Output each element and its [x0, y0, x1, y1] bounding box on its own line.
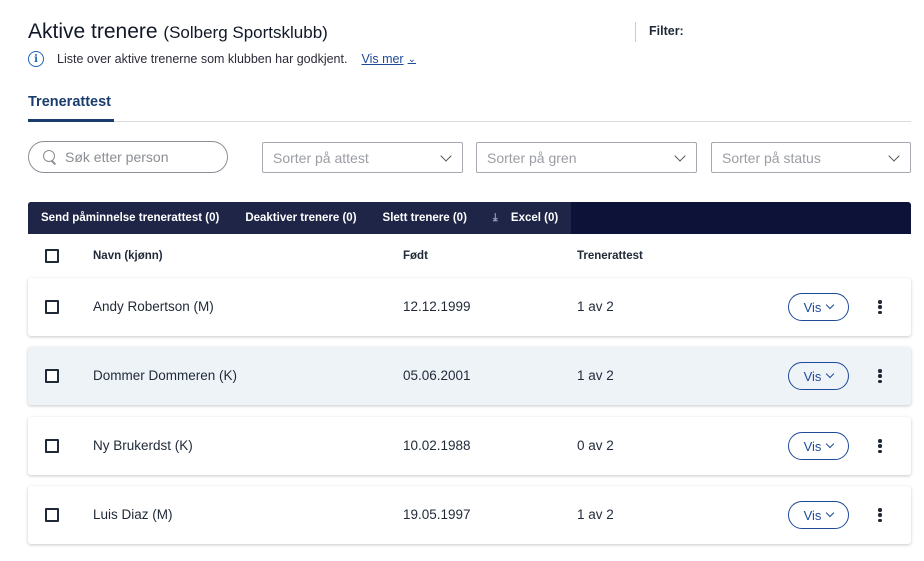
select-all-checkbox[interactable]	[45, 249, 59, 263]
more-options-icon[interactable]	[872, 298, 888, 316]
row-checkbox[interactable]	[45, 300, 59, 314]
filter-label: Filter:	[649, 24, 684, 38]
chevron-down-icon	[826, 508, 835, 518]
cell-attest: 0 av 2	[577, 438, 614, 453]
excel-export-button[interactable]: ⤓ Excel (0)	[480, 202, 571, 234]
view-button[interactable]: Vis	[788, 501, 849, 529]
page-description: i Liste over aktive trenerne som klubben…	[28, 49, 628, 69]
tab-bar: Trenerattest	[28, 92, 911, 122]
column-header-attest: Trenerattest	[577, 250, 643, 262]
row-checkbox[interactable]	[45, 508, 59, 522]
view-button[interactable]: Vis	[788, 293, 849, 321]
download-icon: ⤓	[492, 211, 498, 224]
cell-name: Dommer Dommeren (K)	[93, 368, 238, 383]
more-options-icon[interactable]	[872, 367, 888, 385]
sort-attest-select[interactable]: Sorter på attest	[262, 142, 463, 173]
tab-trenerattest[interactable]: Trenerattest	[28, 92, 114, 122]
row-checkbox[interactable]	[45, 369, 59, 383]
column-header-name: Navn (kjønn)	[93, 250, 163, 262]
cell-attest: 1 av 2	[577, 299, 614, 314]
sort-status-label: Sorter på status	[722, 149, 821, 166]
page-title-text: Aktive trenere	[28, 20, 158, 43]
row-checkbox[interactable]	[45, 439, 59, 453]
more-options-icon[interactable]	[872, 506, 888, 524]
view-label: Vis	[803, 299, 822, 315]
cell-born: 05.06.2001	[403, 368, 471, 383]
chevron-down-icon	[674, 150, 686, 162]
view-button[interactable]: Vis	[788, 362, 849, 390]
more-options-icon[interactable]	[872, 437, 888, 455]
search-icon	[43, 150, 57, 164]
column-header-born: Født	[403, 250, 428, 262]
cell-name: Ny Brukerdst (K)	[93, 438, 193, 453]
chevron-down-icon: ⌄	[407, 53, 416, 65]
cell-attest: 1 av 2	[577, 368, 614, 383]
chevron-down-icon	[826, 369, 835, 379]
chevron-down-icon	[888, 150, 900, 162]
chevron-down-icon	[826, 439, 835, 449]
view-label: Vis	[803, 438, 822, 454]
cell-born: 12.12.1999	[403, 299, 471, 314]
view-label: Vis	[803, 507, 822, 523]
sort-status-select[interactable]: Sorter på status	[711, 142, 911, 173]
table-row: Luis Diaz (M) 19.05.1997 1 av 2 Vis	[28, 486, 911, 544]
cell-born: 19.05.1997	[403, 507, 471, 522]
bulk-action-group: Send påminnelse trenerattest (0) Deaktiv…	[28, 202, 572, 234]
vis-mer-label: Vis mer	[361, 52, 404, 66]
table-row: Dommer Dommeren (K) 05.06.2001 1 av 2 Vi…	[28, 347, 911, 405]
club-name: (Solberg Sportsklubb)	[163, 23, 328, 42]
description-text: Liste over aktive trenerne som klubben h…	[57, 52, 348, 66]
filter-divider	[635, 22, 636, 42]
table-row: Ny Brukerdst (K) 10.02.1988 0 av 2 Vis	[28, 417, 911, 475]
excel-label: Excel (0)	[510, 212, 559, 224]
table-header: Navn (kjønn) Født Trenerattest	[28, 242, 911, 270]
page-title: Aktive trenere (Solberg Sportsklubb)	[28, 18, 628, 47]
cell-name: Andy Robertson (M)	[93, 299, 214, 314]
chevron-down-icon	[826, 300, 835, 310]
sort-gren-select[interactable]: Sorter på gren	[476, 142, 697, 173]
delete-button[interactable]: Slett trenere (0)	[370, 202, 480, 234]
chevron-down-icon	[440, 150, 452, 162]
info-circle-icon: i	[28, 51, 44, 67]
send-reminder-button[interactable]: Send påminnelse trenerattest (0)	[28, 202, 232, 234]
search-input[interactable]: Søk etter person	[28, 141, 228, 173]
search-placeholder: Søk etter person	[65, 149, 169, 165]
sort-gren-label: Sorter på gren	[487, 149, 577, 166]
page-header: Aktive trenere (Solberg Sportsklubb) i L…	[28, 18, 628, 69]
vis-mer-link[interactable]: Vis mer ⌄	[361, 52, 416, 66]
sort-attest-label: Sorter på attest	[273, 149, 369, 166]
table-row: Andy Robertson (M) 12.12.1999 1 av 2 Vis	[28, 278, 911, 336]
cell-born: 10.02.1988	[403, 438, 471, 453]
view-button[interactable]: Vis	[788, 432, 849, 460]
bulk-action-bar: Send påminnelse trenerattest (0) Deaktiv…	[28, 202, 911, 234]
view-label: Vis	[803, 368, 822, 384]
deactivate-button[interactable]: Deaktiver trenere (0)	[232, 202, 369, 234]
cell-name: Luis Diaz (M)	[93, 507, 173, 522]
cell-attest: 1 av 2	[577, 507, 614, 522]
